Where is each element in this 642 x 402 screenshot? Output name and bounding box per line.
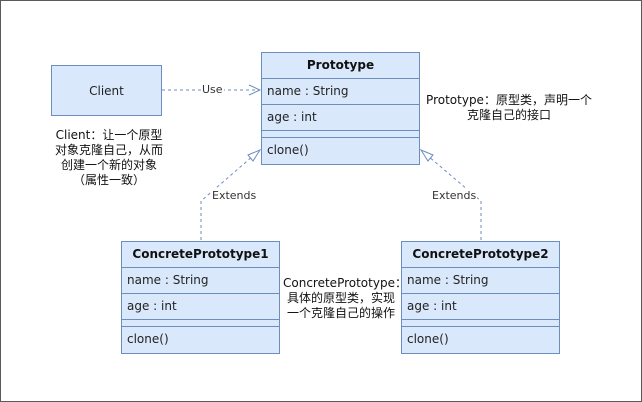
prototype-attr-name: name : String xyxy=(262,79,419,105)
client-box: Client xyxy=(51,65,162,116)
extends-right-label: Extends xyxy=(431,189,478,202)
concrete-prototype-2-method-clone: clone() xyxy=(407,332,449,346)
client-note-line: 对象克隆自己，从而 xyxy=(54,143,163,157)
prototype-note: Prototype：原型类，声明一个 克隆自己的接口 xyxy=(425,93,593,123)
prototype-attr-age: age : int xyxy=(262,105,419,131)
concrete-prototype-2-attr-name: name : String xyxy=(402,268,559,294)
concrete-note-line: 一个克隆自己的操作 xyxy=(286,306,395,320)
concrete-prototype-1-attr-age: age : int xyxy=(122,294,279,320)
prototype-note-line: 克隆自己的接口 xyxy=(466,108,551,122)
client-note-line: Client：让一个原型 xyxy=(55,128,163,142)
prototype-class: Prototype name : String age : int clone(… xyxy=(261,52,420,165)
concrete-prototype-1-method-clone: clone() xyxy=(127,332,169,346)
diagram-canvas: Client Prototype name : String age : int… xyxy=(0,0,642,402)
prototype-note-line: Prototype：原型类，声明一个 xyxy=(426,93,592,107)
concrete-note-line: 具体的原型类，实现 xyxy=(286,291,395,305)
concrete-note: ConcretePrototype： 具体的原型类，实现 一个克隆自己的操作 xyxy=(283,276,407,321)
client-label: Client xyxy=(89,83,124,98)
concrete-prototype-2-title: ConcretePrototype2 xyxy=(402,242,559,268)
prototype-class-title: Prototype xyxy=(262,53,419,79)
concrete-note-line: ConcretePrototype： xyxy=(283,276,407,290)
concrete-prototype-1-class: ConcretePrototype1 name : String age : i… xyxy=(121,241,280,354)
concrete-prototype-1-divider xyxy=(122,320,279,327)
prototype-divider xyxy=(262,131,419,138)
client-note-line: 创建一个新的对象 xyxy=(60,158,157,172)
concrete-prototype-1-title: ConcretePrototype1 xyxy=(122,242,279,268)
client-note-line: （属性一致） xyxy=(72,173,145,187)
prototype-method-clone: clone() xyxy=(267,143,309,157)
concrete-prototype-2-attr-age: age : int xyxy=(402,294,559,320)
concrete-prototype-2-divider xyxy=(402,320,559,327)
concrete-prototype-1-attr-name: name : String xyxy=(122,268,279,294)
concrete-prototype-2-class: ConcretePrototype2 name : String age : i… xyxy=(401,241,560,354)
client-note: Client：让一个原型 对象克隆自己，从而 创建一个新的对象 （属性一致） xyxy=(49,128,169,188)
extends-left-label: Extends xyxy=(211,189,258,202)
use-label: Use xyxy=(201,83,224,96)
